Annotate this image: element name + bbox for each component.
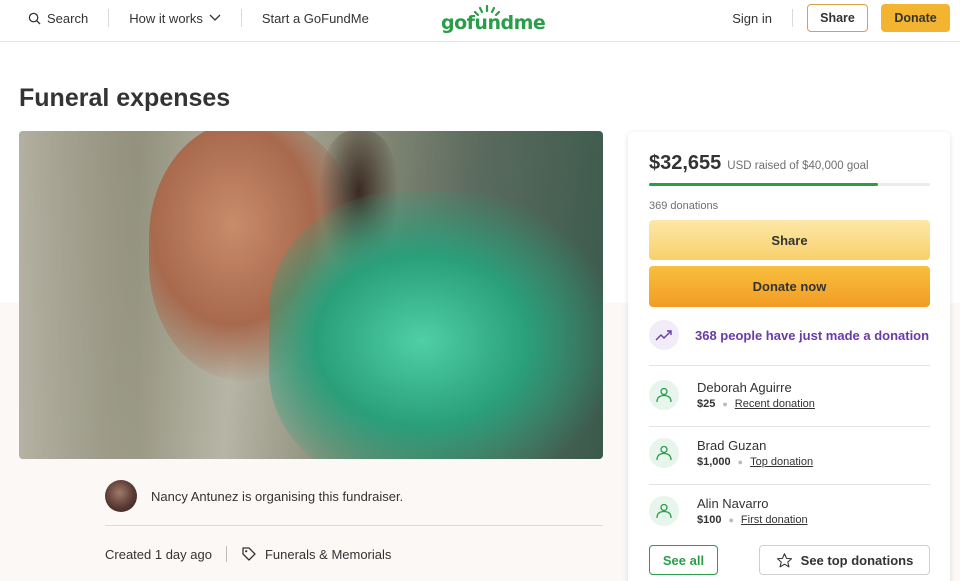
donation-tag-link[interactable]: Top donation	[750, 456, 813, 468]
donor-info: Brad Guzan $1,000 ● Top donation	[697, 438, 813, 468]
header-donate-button[interactable]: Donate	[881, 4, 950, 32]
donor-name: Alin Navarro	[697, 496, 769, 511]
nav-divider	[240, 9, 242, 27]
donor-heart-icon	[649, 438, 679, 468]
nav-left: Search How it works Start a GoFundMe	[28, 0, 369, 36]
campaign-photo[interactable]	[19, 131, 603, 459]
donation-tag-link[interactable]: First donation	[741, 514, 808, 526]
donor-amount: $1,000	[697, 456, 731, 468]
separator-dot: ●	[737, 457, 744, 467]
page-title: Funeral expenses	[19, 84, 231, 112]
header-share-button[interactable]: Share	[807, 4, 868, 32]
donation-card: $32,655 USD raised of $40,000 goal 369 d…	[628, 132, 950, 581]
meta-divider	[225, 546, 227, 562]
donation-tag-link[interactable]: Recent donation	[735, 398, 815, 410]
progress-bar	[649, 183, 930, 186]
divider	[649, 484, 930, 485]
donor-item: Brad Guzan $1,000 ● Top donation	[649, 438, 813, 468]
category-label: Funerals & Memorials	[264, 546, 392, 562]
nav-divider	[108, 9, 110, 27]
separator-dot: ●	[722, 399, 728, 409]
progress-fill	[649, 183, 879, 186]
how-it-works-menu[interactable]: How it works	[129, 11, 221, 26]
photo-background	[19, 131, 139, 459]
donor-amount: $25	[697, 398, 716, 410]
separator-dot: ●	[728, 515, 734, 525]
category-link[interactable]: Funerals & Memorials	[241, 546, 391, 562]
donate-now-button[interactable]: Donate now	[649, 266, 930, 307]
organizer-row: Nancy Antunez is organising this fundrai…	[105, 480, 403, 512]
donation-activity: 368 people have just made a donation	[649, 320, 929, 350]
created-date: Created 1 day ago	[105, 546, 212, 562]
tag-icon	[242, 547, 256, 561]
sign-in-link[interactable]: Sign in	[732, 11, 772, 26]
see-all-button[interactable]: See all	[649, 545, 718, 575]
raised-amount: $32,655	[649, 152, 722, 174]
chevron-down-icon	[209, 14, 221, 21]
campaign-meta: Created 1 day ago Funerals & Memorials	[105, 546, 391, 562]
raised-summary: $32,655 USD raised of $40,000 goal	[649, 152, 869, 175]
trending-up-icon	[649, 320, 679, 350]
start-fundraiser-link[interactable]: Start a GoFundMe	[262, 11, 369, 26]
search-icon	[28, 12, 41, 25]
share-button[interactable]: Share	[649, 220, 930, 260]
donor-item: Alin Navarro $100 ● First donation	[649, 496, 808, 526]
logo-text: gofundme	[441, 12, 546, 34]
search-label: Search	[47, 10, 89, 26]
organizer-text: Nancy Antunez is organising this fundrai…	[151, 488, 404, 504]
divider	[649, 365, 930, 366]
activity-text: 368 people have just made a donation	[695, 327, 930, 343]
donor-info: Alin Navarro $100 ● First donation	[697, 496, 808, 526]
search-link[interactable]: Search	[28, 11, 88, 26]
donor-item: Deborah Aguirre $25 ● Recent donation	[649, 380, 815, 410]
top-nav: Search How it works Start a GoFundMe gof…	[0, 0, 960, 42]
donor-meta: $1,000 ● Top donation	[697, 456, 813, 468]
donor-info: Deborah Aguirre $25 ● Recent donation	[697, 380, 815, 410]
see-top-label: See top donations	[800, 552, 914, 568]
star-icon	[776, 552, 792, 567]
avatar[interactable]	[105, 480, 137, 512]
donor-name: Deborah Aguirre	[697, 380, 792, 395]
see-top-donations-button[interactable]: See top donations	[759, 545, 930, 575]
donation-count: 369 donations	[649, 200, 719, 212]
donor-heart-icon	[649, 496, 679, 526]
donor-amount: $100	[697, 514, 722, 526]
photo-jacket	[269, 191, 603, 459]
start-label: Start a GoFundMe	[261, 10, 369, 26]
gofundme-logo[interactable]: gofundme	[441, 4, 546, 36]
donor-heart-icon	[649, 380, 679, 410]
donor-meta: $100 ● First donation	[697, 514, 808, 526]
nav-right: Sign in Share Donate	[732, 4, 950, 32]
goal-text: USD raised of $40,000 goal	[727, 160, 869, 172]
donor-name: Brad Guzan	[697, 438, 767, 453]
divider	[649, 426, 930, 427]
how-it-works-label: How it works	[129, 10, 203, 26]
divider	[105, 525, 603, 526]
donor-meta: $25 ● Recent donation	[697, 398, 815, 410]
nav-divider	[792, 9, 793, 27]
